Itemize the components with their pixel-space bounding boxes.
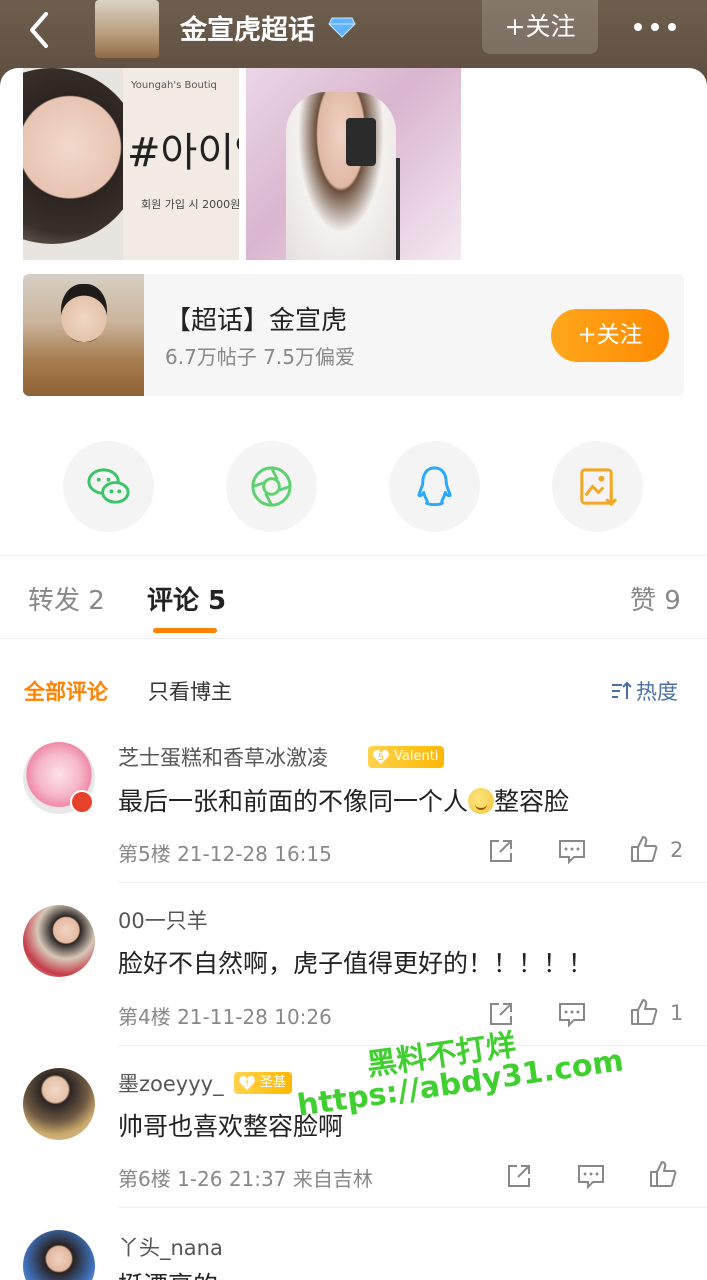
more-icon[interactable]: [630, 12, 680, 42]
vip-badge-icon: [70, 790, 94, 814]
like-button[interactable]: [648, 1159, 678, 1189]
comment-author[interactable]: 00一只羊: [118, 905, 208, 935]
divider: [0, 555, 707, 556]
post-image-3[interactable]: [246, 68, 461, 260]
sort-by-hot[interactable]: 热度: [610, 676, 678, 706]
divider: [0, 638, 707, 639]
tab-comment[interactable]: 评论 5: [147, 580, 226, 617]
like-count: 1: [670, 1001, 684, 1025]
share-wechat-button[interactable]: [63, 441, 154, 532]
topic-card[interactable]: 【超话】金宣虎 6.7万帖子 7.5万偏爱 +关注: [23, 274, 684, 396]
qq-icon: [417, 466, 452, 507]
image-sub-text: 회원 가입 시 2000원 적: [141, 198, 239, 211]
comment-icon: [559, 1003, 585, 1028]
active-tab-indicator: [153, 628, 217, 633]
comment-meta: 第6楼 1-26 21:37 来自吉林: [118, 1167, 373, 1191]
moments-icon: [251, 466, 292, 507]
divider: [118, 882, 707, 883]
sort-label: 热度: [636, 680, 678, 704]
thumbs-up-icon: [631, 836, 658, 862]
thumbs-up-icon: [631, 999, 658, 1025]
topic-stats: 6.7万帖子 7.5万偏爱: [165, 345, 355, 369]
comment-text: 最后一张和前面的不像同一个人 整容脸: [118, 787, 570, 816]
tab-like[interactable]: 赞 9: [630, 580, 681, 617]
share-moments-button[interactable]: [226, 441, 317, 532]
avatar[interactable]: [23, 905, 95, 977]
comment-icon: [578, 1165, 604, 1190]
post-image-2[interactable]: Youngah's Boutiq #아이엄 회원 가입 시 2000원 적: [123, 68, 239, 260]
comment-text: 挺漂亮的: [118, 1266, 218, 1280]
filter-owner-only[interactable]: 只看博主: [148, 676, 232, 706]
share-out-icon: [490, 840, 512, 862]
smile-emoji-icon: [468, 788, 495, 814]
topic-title: 【超话】金宣虎: [165, 306, 348, 336]
reply-button[interactable]: [576, 1161, 606, 1191]
comment-author[interactable]: 芝士蛋糕和香草冰激凌: [118, 742, 328, 772]
back-button[interactable]: [18, 4, 62, 52]
sort-icon: [612, 681, 632, 699]
diamond-icon: [328, 17, 356, 38]
chevron-left-icon: [30, 12, 48, 48]
comment-meta: 第4楼 21-11-28 10:26: [118, 1005, 332, 1029]
share-out-icon: [508, 1165, 530, 1187]
page-title: 金宣虎超话: [180, 15, 315, 46]
fan-badge: ! 圣基: [234, 1072, 293, 1094]
repost-button[interactable]: [486, 836, 516, 866]
fan-badge-label: Valenti: [394, 749, 439, 764]
topic-avatar[interactable]: [95, 0, 159, 58]
comment-author[interactable]: 墨zoeyyy_: [118, 1068, 224, 1098]
save-image-icon: [580, 468, 618, 507]
repost-button[interactable]: [504, 1161, 534, 1191]
svg-text:5: 5: [378, 753, 384, 763]
filter-all-comments[interactable]: 全部评论: [24, 676, 108, 706]
post-image-1[interactable]: [23, 68, 123, 260]
heart-level-icon: 5: [373, 750, 389, 764]
fan-badge: 5 Valenti: [368, 746, 445, 768]
fan-badge-label: 圣基: [260, 1075, 287, 1090]
topbar-follow-button[interactable]: +关注: [482, 0, 598, 54]
heart-level-icon: !: [239, 1076, 255, 1090]
tab-repost[interactable]: 转发 2: [28, 580, 105, 617]
avatar[interactable]: [23, 1068, 95, 1140]
image-hashtag-text: #아이엄: [127, 130, 239, 176]
topic-follow-button[interactable]: +关注: [551, 309, 669, 362]
image-brand-text: Youngah's Boutiq: [131, 80, 217, 91]
thumbs-up-icon: [650, 1161, 677, 1187]
save-image-button[interactable]: [552, 441, 643, 532]
like-button[interactable]: [629, 834, 659, 864]
like-button[interactable]: [629, 997, 659, 1027]
comment-author[interactable]: 丫头_nana: [118, 1232, 223, 1262]
comment-icon: [559, 840, 585, 865]
divider: [118, 1207, 707, 1208]
topic-image: [23, 274, 144, 396]
svg-text:!: !: [245, 1079, 249, 1089]
wechat-icon: [87, 468, 130, 504]
comment-text: 脸好不自然啊，虎子值得更好的！！！！！: [118, 949, 594, 978]
share-qq-button[interactable]: [389, 441, 480, 532]
comment-meta: 第5楼 21-12-28 16:15: [118, 842, 332, 866]
like-count: 2: [670, 838, 684, 862]
reply-button[interactable]: [557, 999, 587, 1029]
reply-button[interactable]: [557, 836, 587, 866]
